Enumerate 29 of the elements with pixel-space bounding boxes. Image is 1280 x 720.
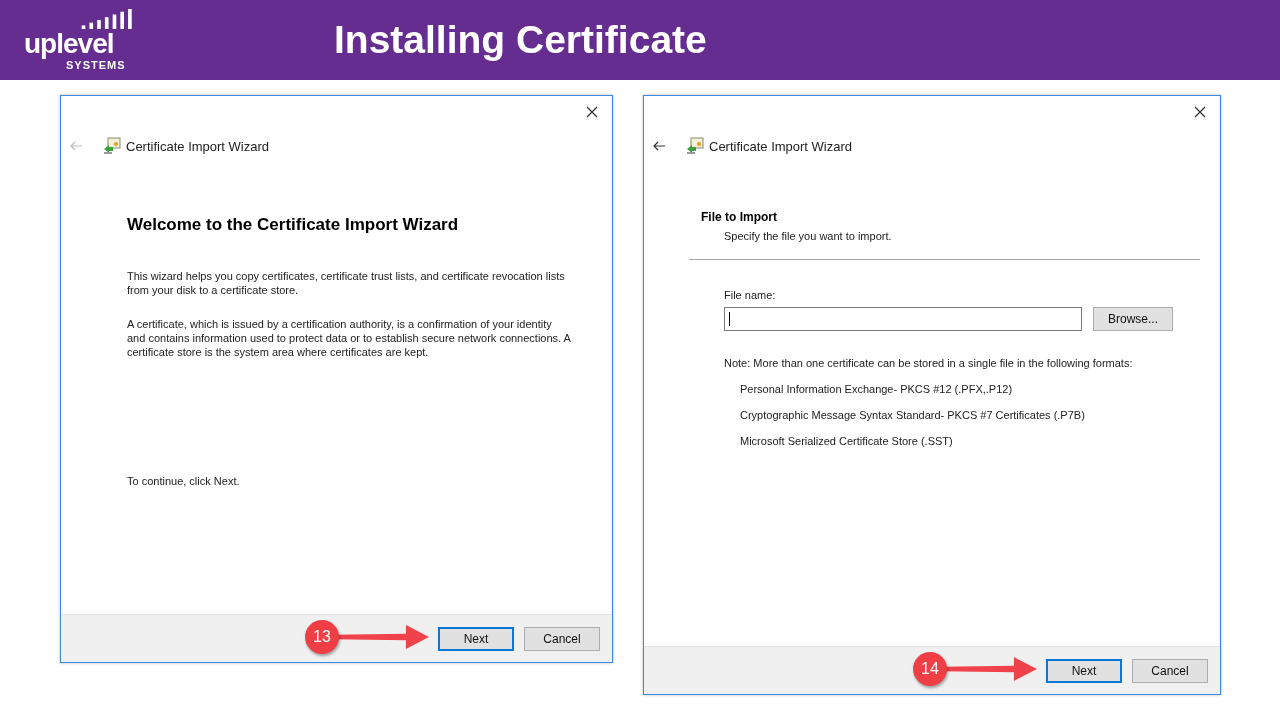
wizard-heading: Welcome to the Certificate Import Wizard [127, 215, 460, 235]
format-item: Cryptographic Message Syntax Standard- PKCS #7 Certificates (.P7B) [740, 409, 1086, 421]
slide-title: Installing Certificate [334, 17, 707, 63]
section-subtitle: Specify the file you want to import. [724, 230, 893, 242]
logo-wordmark: uplevel [24, 30, 114, 58]
certificate-icon [103, 137, 121, 155]
format-item: Personal Information Exchange- PKCS #12 (.PFX,.P12) [740, 383, 1014, 395]
format-item: Microsoft Serialized Certificate Store (.SST) [740, 435, 954, 447]
step-number: 13 [305, 620, 339, 654]
close-icon[interactable] [586, 106, 598, 118]
cancel-button[interactable]: Cancel [1132, 658, 1208, 683]
next-button[interactable]: Next [1046, 658, 1122, 683]
wizard-title: Certificate Import Wizard [126, 138, 270, 154]
instruction-text: To continue, click Next. [127, 475, 241, 487]
step-number: 14 [913, 652, 947, 686]
next-button[interactable]: Next [438, 626, 514, 651]
logo-tagline: SYSTEMS [66, 59, 126, 71]
note-text: Note: More than one certificate can be stored in a single file in the following formats: [724, 357, 1134, 369]
back-arrow-icon[interactable] [652, 141, 666, 151]
cancel-button[interactable]: Cancel [524, 626, 600, 651]
certificate-icon [686, 137, 704, 155]
field-label: File name: [724, 289, 777, 301]
description-text: A certificate, which is issued by a certification authority, is a confirmation of your identity and contains information used to protect data or to establish secure network connections. A certificate store is the system area where certificates are kept. [127, 317, 572, 359]
section-title: File to Import [701, 210, 778, 224]
description-text: This wizard helps you copy certificates, certificate trust lists, and certificate revocation lists from your disk to a certificate store. [127, 269, 566, 297]
file-name-field[interactable] [724, 307, 1082, 331]
wizard-title: Certificate Import Wizard [709, 138, 853, 154]
browse-button[interactable]: Browse... [1093, 307, 1173, 331]
close-icon[interactable] [1194, 106, 1206, 118]
